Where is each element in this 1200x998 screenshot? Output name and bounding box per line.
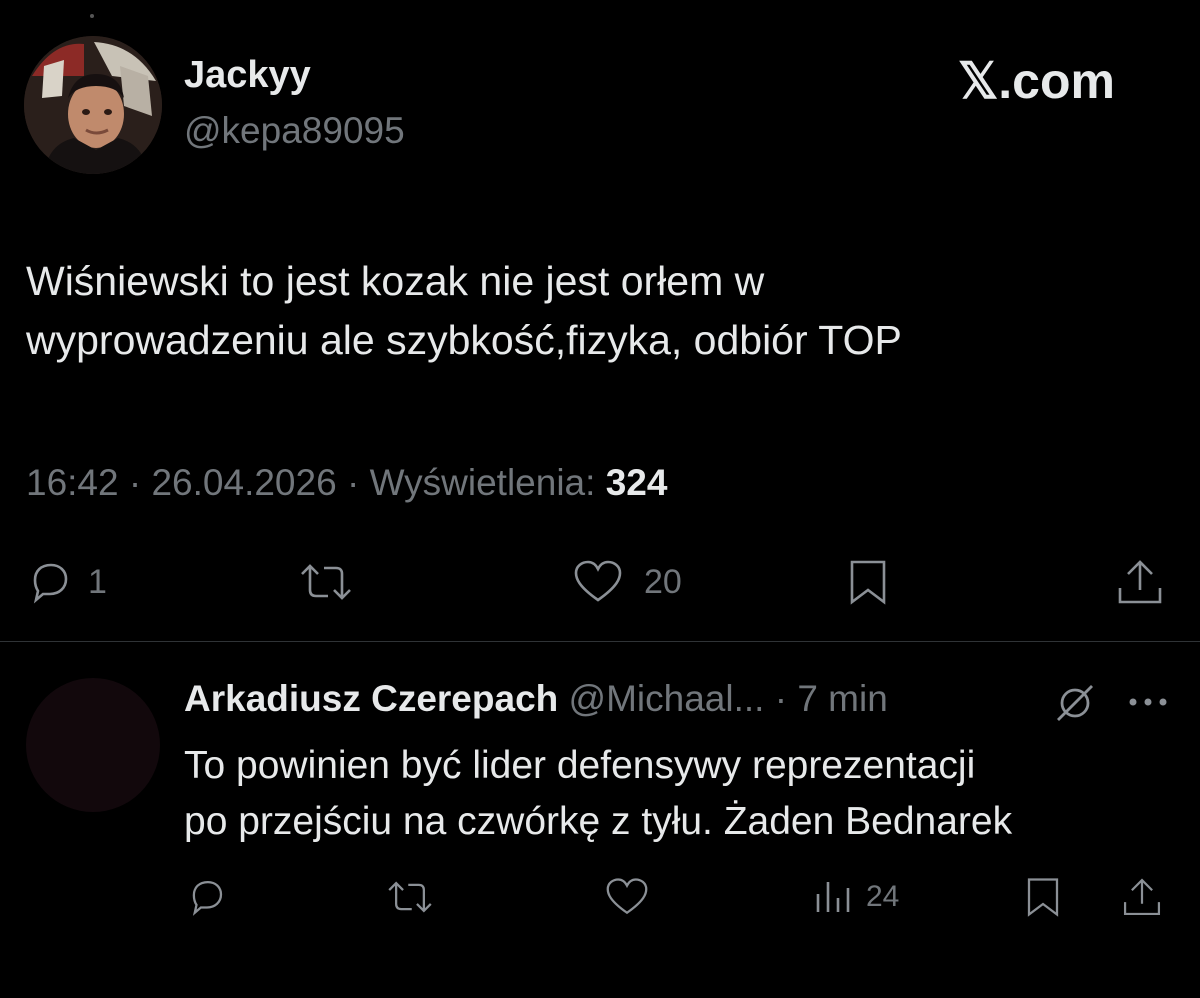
- reply-views-count: 24: [866, 880, 900, 913]
- divider: [0, 641, 1200, 642]
- reply-text: To powinien być lider defensywy reprezen…: [184, 738, 1184, 850]
- meta-separator: ·: [774, 678, 788, 719]
- reply-views-button[interactable]: 24: [812, 878, 899, 916]
- author-avatar[interactable]: [24, 36, 162, 174]
- views-count: 324: [605, 462, 668, 503]
- like-button[interactable]: 20: [572, 558, 682, 606]
- avatar-photo: [24, 36, 162, 174]
- decorative-dot: [90, 14, 94, 18]
- x-logo: 𝕏.com: [958, 53, 1115, 109]
- bookmark-icon: [850, 560, 886, 605]
- reply-reply-button[interactable]: [186, 876, 228, 918]
- heart-icon: [606, 878, 648, 915]
- reply-retweet-button[interactable]: [384, 876, 436, 918]
- more-options-icon: [1129, 698, 1167, 706]
- author-name[interactable]: Jackyy: [184, 54, 311, 97]
- reply-bubble-icon: [33, 563, 68, 604]
- reply-author-name[interactable]: Arkadiusz Czerepach: [184, 678, 558, 719]
- retweet-icon: [388, 881, 432, 913]
- tweet-text: Wiśniewski to jest kozak nie jest orłem …: [26, 252, 1166, 370]
- reply-author-avatar[interactable]: [26, 678, 160, 812]
- more-options-button[interactable]: [1126, 694, 1170, 715]
- retweet-button[interactable]: [296, 558, 356, 606]
- reply-button[interactable]: 1: [26, 558, 107, 606]
- heart-icon: [574, 560, 622, 602]
- share-icon: [1118, 560, 1162, 604]
- reply-bookmark-button[interactable]: [1022, 874, 1064, 920]
- views-chart-icon: [816, 882, 850, 912]
- bookmark-button[interactable]: [844, 556, 892, 608]
- like-count: 20: [644, 562, 682, 601]
- reply-share-button[interactable]: [1120, 874, 1164, 920]
- reply-like-button[interactable]: [604, 876, 650, 918]
- tweet-date[interactable]: 26.04.2026: [151, 462, 336, 503]
- meta-separator: ·: [346, 462, 360, 503]
- author-handle[interactable]: @kepa89095: [184, 110, 405, 152]
- reply-text-line: To powinien być lider defensywy reprezen…: [184, 744, 976, 787]
- reply-count: 1: [88, 562, 107, 601]
- reply-bubble-icon: [192, 880, 223, 916]
- reply-author-handle[interactable]: @Michaal...: [569, 678, 765, 719]
- reply-text-line: po przejściu na czwórkę z tyłu. Żaden Be…: [184, 800, 1013, 843]
- tweet-time[interactable]: 16:42: [26, 462, 119, 503]
- reply-header: Arkadiusz Czerepach @Michaal... · 7 min: [184, 678, 888, 720]
- tweet-text-line: Wiśniewski to jest kozak nie jest orłem …: [26, 258, 765, 304]
- retweet-icon: [301, 564, 351, 600]
- grok-icon: [1057, 685, 1093, 721]
- share-icon: [1123, 878, 1161, 916]
- meta-separator: ·: [128, 462, 142, 503]
- tweet-meta: 16:42 · 26.04.2026 · Wyświetlenia: 324: [26, 462, 667, 504]
- grok-button[interactable]: [1052, 680, 1098, 731]
- views-label: Wyświetlenia:: [369, 462, 596, 503]
- tweet-text-line: wyprowadzeniu ale szybkość,fizyka, odbió…: [26, 317, 902, 363]
- reply-time[interactable]: 7 min: [797, 678, 887, 719]
- bookmark-icon: [1027, 878, 1059, 917]
- share-button[interactable]: [1114, 556, 1166, 608]
